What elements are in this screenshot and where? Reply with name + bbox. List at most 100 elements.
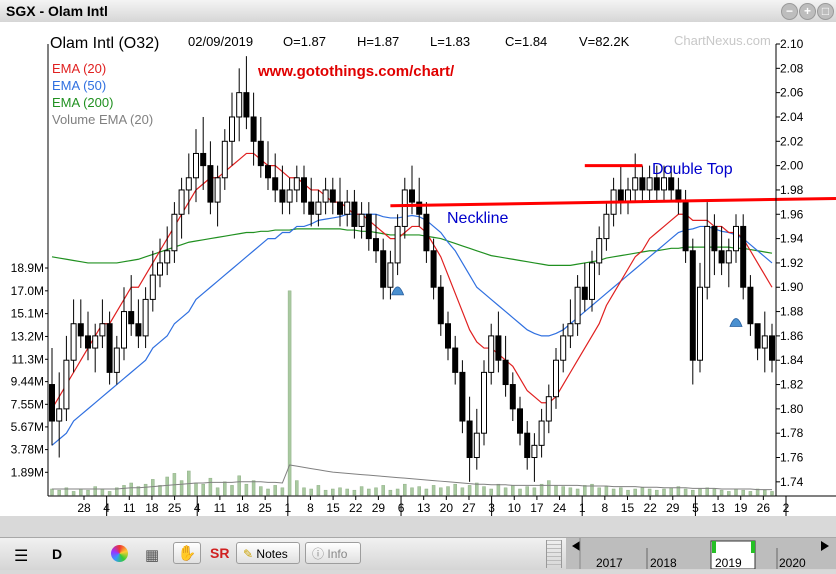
range-handle-left[interactable] [712,541,716,553]
volume-bar [230,485,234,496]
candle-body [509,384,516,410]
candle-body [560,335,567,361]
candle-body [711,225,718,252]
year-2019: 2019 [715,556,742,569]
chart-area[interactable]: 1.74 1.76 1.78 1.80 1.82 1.84 1.86 1.88 1.90 1.92… [0,22,836,516]
candle-body [668,177,675,191]
info-button[interactable]: ⓘ Info [305,542,361,564]
candle-body [178,189,185,215]
candle-body [423,213,430,252]
volume-bar [244,483,249,496]
date-tick-label: 15 [621,501,635,515]
color-wheel-icon[interactable] [111,545,128,562]
volume-bar [741,489,745,496]
volume-bar [223,481,227,496]
minimize-icon[interactable]: − [781,3,798,20]
volume-bar [561,486,565,496]
year-2018: 2018 [650,556,677,569]
volume-bar [518,488,522,496]
candle-body [207,165,214,203]
candle-body [301,177,307,203]
window-title: SGX - Olam Intl [6,3,108,19]
price-chart[interactable]: 1.74 1.76 1.78 1.80 1.82 1.84 1.86 1.88 1.90 1.92… [0,22,836,516]
notes-button[interactable]: ✎ Notes [236,542,300,564]
candle-body [661,177,667,191]
pan-hand-icon[interactable]: ✋ [173,542,201,564]
candle-body [77,323,84,337]
notes-icon: ✎ [243,547,254,561]
volume-bar [503,487,508,496]
layers-icon[interactable]: ▦ [145,546,159,568]
candle-body [581,286,588,300]
volume-bar [251,480,256,496]
volume-bar [323,489,328,496]
candle-body [409,189,415,203]
candle-body [740,225,747,288]
volume-bar [71,491,76,496]
scroll-left-icon[interactable] [572,541,580,551]
volume-bar [683,488,688,496]
restore-icon[interactable]: □ [817,3,834,20]
candle-body [380,250,387,288]
volume-bar [662,488,666,496]
volume-tick-label: 5.67M [11,420,44,434]
candle-body [646,177,653,191]
volume-bar [151,479,155,496]
maximize-icon[interactable]: + [799,3,816,20]
volume-bar [698,488,702,496]
volume-bar [388,489,393,496]
volume-tick-label: 9.44M [11,375,44,389]
volume-tick-label: 18.9M [11,261,44,275]
candle-body [466,420,473,459]
sr-icon[interactable]: SR [210,545,229,567]
candle-body [502,359,509,386]
volume-bar [352,489,357,496]
volume-bar [165,476,169,496]
candle-body [625,189,631,203]
price-tick-label: 1.90 [780,280,804,294]
quote-high: H=1.87 [357,34,399,49]
volume-bar [568,487,573,496]
candle-body [135,323,142,337]
candle-body [603,213,610,240]
volume-bar [547,480,551,496]
range-handle-right[interactable] [751,541,755,553]
candle-body [128,311,135,325]
volume-bar [122,485,126,496]
date-tick-label: 18 [236,501,250,515]
volume-bar [446,486,450,496]
candle-body [754,323,761,349]
candle-body [387,262,394,288]
neckline-label: Neckline [447,210,508,227]
candle-body [164,250,171,264]
scroll-grip-icon[interactable] [546,540,562,568]
candle-body [459,371,466,422]
candle-body [265,165,271,179]
volume-bar [655,489,659,496]
volume-bar [86,489,90,496]
date-tick-label: 13 [711,501,725,515]
price-tick-label: 1.76 [780,451,804,465]
date-tick-label: 5 [692,501,699,515]
candle-body [250,116,257,142]
candle-body [473,432,480,459]
period-selector[interactable]: D [52,546,62,568]
volume-bar [460,487,465,496]
volume-bar [79,488,83,496]
candle-body [747,286,754,325]
volume-bar [295,480,299,496]
volume-bar [640,487,645,496]
candle-body [524,432,531,459]
volume-bar [273,485,277,496]
volume-bar [201,483,205,496]
menu-icon[interactable]: ☰ [14,546,28,568]
timeline-navigator[interactable]: 2017 2018 2019 2020 [566,538,836,570]
volume-bar [266,488,270,496]
scroll-right-icon[interactable] [821,541,829,551]
date-tick-label: 29 [372,501,386,515]
volume-ema-line [52,464,772,491]
candle-body [337,201,343,215]
candle-body [185,177,192,191]
legend-volume-ema: Volume EMA (20) [52,112,153,127]
price-tick-label: 1.78 [780,426,804,440]
